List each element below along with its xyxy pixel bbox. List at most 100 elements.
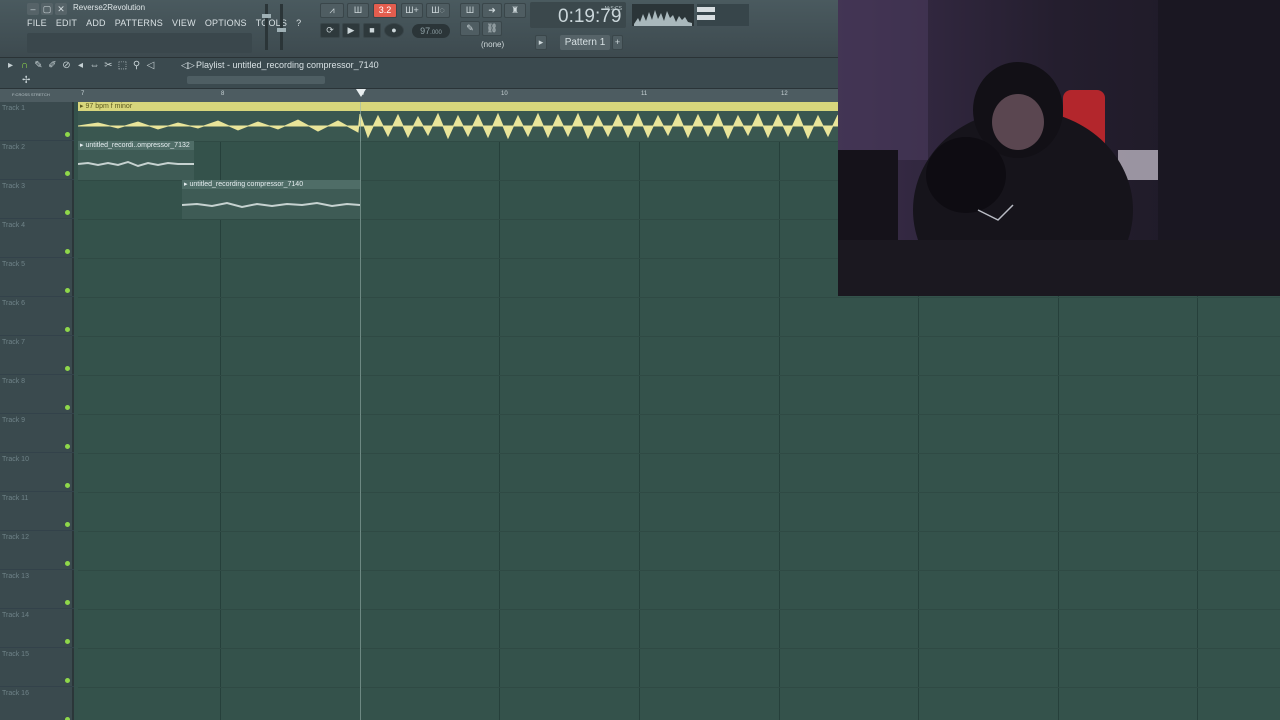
zoom-icon[interactable]: ⚲ — [131, 60, 142, 71]
track-header[interactable]: Track 2 — [0, 141, 74, 180]
step-display[interactable]: 3.2 — [373, 3, 397, 18]
mixer-icon[interactable]: ♜ — [504, 3, 526, 18]
track-header[interactable]: Track 16 — [0, 687, 74, 720]
master-volume-slider[interactable] — [262, 4, 271, 50]
bar-gridline — [499, 102, 500, 720]
song-time-display[interactable]: 0:19:79 M:S:CS — [530, 2, 626, 28]
audio-clip[interactable]: ▸ untitled_recordi..ompressor_7132 — [78, 141, 194, 180]
track-name: Track 13 — [2, 573, 29, 580]
tempo-decimal: .000 — [430, 30, 442, 36]
track-mute-led[interactable] — [65, 210, 70, 215]
magnet-icon[interactable]: ∩ — [19, 60, 30, 71]
menu-patterns[interactable]: PATTERNS — [115, 18, 163, 28]
track-divider — [78, 375, 1280, 376]
playlist-tools: ▸ ∩ ✎ ✐ ⊘ ◂ ⇔ ✂ ⬚ ⚲ ◁ — [5, 60, 156, 71]
track-header[interactable]: Track 10 — [0, 453, 74, 492]
menu-options[interactable]: OPTIONS — [205, 18, 247, 28]
track-header[interactable]: Track 9 — [0, 414, 74, 453]
pencil-icon[interactable]: ✎ — [460, 21, 480, 36]
horizontal-scrollbar[interactable] — [187, 76, 325, 84]
menu-add[interactable]: ADD — [86, 18, 106, 28]
track-header[interactable]: Track 3 — [0, 180, 74, 219]
loop-record-button[interactable]: Ш◌ — [426, 3, 450, 18]
track-mute-led[interactable] — [65, 327, 70, 332]
select-icon[interactable]: ⬚ — [117, 60, 128, 71]
next-arrow-icon[interactable]: ➜ — [482, 3, 502, 18]
wait-record-button[interactable]: Ш — [347, 3, 369, 18]
track-header[interactable]: Track 1 — [0, 102, 74, 141]
menu-edit[interactable]: EDIT — [56, 18, 77, 28]
track-mute-led[interactable] — [65, 249, 70, 254]
loop-mode-button[interactable]: ⟳ — [320, 23, 340, 38]
clip-title: ▸ untitled_recordi..ompressor_7132 — [78, 141, 194, 150]
track-mute-led[interactable] — [65, 288, 70, 293]
track-header[interactable]: Track 14 — [0, 609, 74, 648]
track-mute-led[interactable] — [65, 522, 70, 527]
paint-icon[interactable]: ✐ — [47, 60, 58, 71]
track-mute-led[interactable] — [65, 678, 70, 683]
track-mute-led[interactable] — [65, 366, 70, 371]
clip-name: 97 bpm f minor — [85, 103, 133, 110]
track-header[interactable]: Track 8 — [0, 375, 74, 414]
menu-file[interactable]: FILE — [27, 18, 47, 28]
playlist-arrows-icon[interactable]: ◁▷ — [181, 60, 195, 71]
maximize-icon[interactable]: ▢ — [41, 3, 53, 15]
minimize-icon[interactable]: – — [27, 3, 39, 15]
playhead-line — [360, 102, 361, 720]
menu-help[interactable]: ? — [296, 18, 301, 28]
add-pattern-icon[interactable]: + — [612, 35, 623, 50]
bar-gridline — [779, 102, 780, 720]
track-name: Track 12 — [2, 534, 29, 541]
track-name: Track 15 — [2, 651, 29, 658]
playlist-play-icon[interactable]: ▸ — [5, 60, 16, 71]
track-name: Track 1 — [2, 105, 26, 112]
track-header[interactable]: Track 12 — [0, 531, 74, 570]
timeline-ruler[interactable]: F:CROSS STRETCH 7 8 9 10 11 12 — [0, 89, 838, 102]
track-header[interactable]: Track 7 — [0, 336, 74, 375]
close-icon[interactable]: ✕ — [55, 3, 67, 15]
slip-icon[interactable]: ⇔ — [89, 60, 100, 71]
webcam-overlay — [838, 0, 1280, 296]
play-button[interactable]: ▶ — [342, 23, 360, 38]
record-button[interactable]: ● — [384, 23, 404, 38]
mute-icon[interactable]: ◂ — [75, 60, 86, 71]
track-mute-led[interactable] — [65, 132, 70, 137]
playhead-marker-icon[interactable] — [354, 87, 368, 101]
stop-button[interactable]: ■ — [363, 23, 381, 38]
track-header[interactable]: Track 11 — [0, 492, 74, 531]
track-mute-led[interactable] — [65, 483, 70, 488]
track-mute-led[interactable] — [65, 600, 70, 605]
track-mute-led[interactable] — [65, 561, 70, 566]
track-header[interactable]: Track 6 — [0, 297, 74, 336]
track-mute-led[interactable] — [65, 171, 70, 176]
slice-icon[interactable]: ✂ — [103, 60, 114, 71]
snap-icon[interactable]: ✢ — [22, 75, 30, 86]
clip-waveform — [78, 160, 194, 168]
audio-clip[interactable]: ▸ 97 bpm f minor — [78, 102, 838, 141]
track-header[interactable]: Track 4 — [0, 219, 74, 258]
pattern-prev-icon[interactable]: ▸ — [535, 35, 547, 50]
link-icon[interactable]: ⛓ — [482, 21, 502, 36]
track-header[interactable]: Track 13 — [0, 570, 74, 609]
track-headers: Track 1 Track 2 Track 3 Track 4 Track 5 … — [0, 102, 74, 720]
playback-icon[interactable]: ◁ — [145, 60, 156, 71]
track-mute-led[interactable] — [65, 444, 70, 449]
delete-icon[interactable]: ⊘ — [61, 60, 72, 71]
audio-clip[interactable]: ▸ untitled_recording compressor_7140 — [182, 180, 360, 219]
draw-icon[interactable]: ✎ — [33, 60, 44, 71]
menu-view[interactable]: VIEW — [172, 18, 196, 28]
track-header[interactable]: Track 15 — [0, 648, 74, 687]
ruler-options[interactable]: F:CROSS STRETCH — [12, 92, 50, 97]
pattern-selector[interactable]: Pattern 1 — [560, 35, 610, 50]
track-mute-led[interactable] — [65, 639, 70, 644]
master-pitch-slider[interactable] — [277, 4, 286, 50]
oscilloscope — [632, 4, 694, 26]
tempo-display[interactable]: 97.000 — [412, 24, 450, 38]
piano-roll-icon[interactable]: Ш — [460, 3, 480, 18]
metronome-button[interactable]: ⩘ — [320, 3, 344, 18]
midi-mode-select[interactable]: (none) — [481, 40, 504, 49]
track-mute-led[interactable] — [65, 405, 70, 410]
track-name: Track 4 — [2, 222, 26, 229]
step-edit-button[interactable]: Ш+ — [401, 3, 423, 18]
track-header[interactable]: Track 5 — [0, 258, 74, 297]
